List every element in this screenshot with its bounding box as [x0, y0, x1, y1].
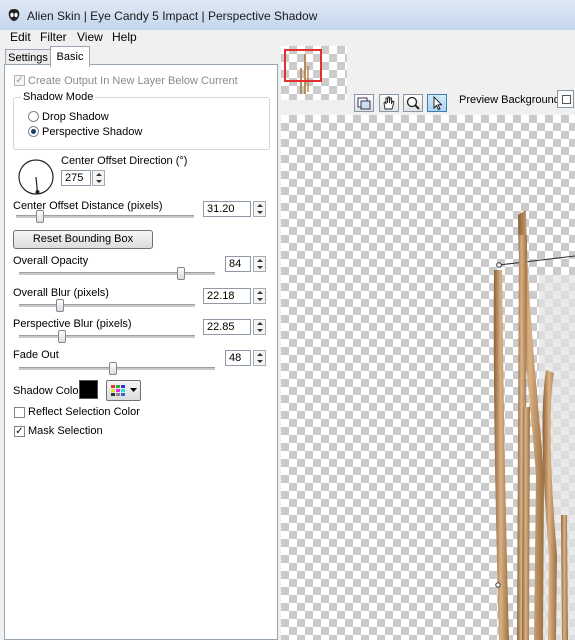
shadow-color-swatch[interactable] — [79, 380, 98, 399]
preview-canvas[interactable] — [281, 115, 575, 640]
create-output-label: Create Output In New Layer Below Current — [28, 75, 238, 87]
center-offset-distance-slider[interactable] — [36, 210, 45, 223]
menu-bar: Edit Filter View Help — [0, 30, 575, 46]
fade-out-slider[interactable] — [109, 362, 118, 375]
overall-blur-track — [19, 304, 195, 307]
perspective-blur-spinner[interactable] — [253, 319, 266, 335]
fade-out-field[interactable]: 48 — [225, 350, 251, 366]
perspective-shadow-label: Perspective Shadow — [42, 126, 143, 138]
reset-bounding-box-button[interactable]: Reset Bounding Box — [13, 230, 153, 249]
perspective-shadow-radio[interactable] — [28, 126, 39, 137]
center-offset-direction-spinner[interactable] — [92, 170, 105, 186]
drop-shadow-radio[interactable] — [28, 111, 39, 122]
reflect-selection-color-label: Reflect Selection Color — [28, 406, 140, 418]
overall-opacity-spinner[interactable] — [253, 256, 266, 272]
overall-blur-spinner[interactable] — [253, 288, 266, 304]
overall-opacity-label: Overall Opacity — [13, 255, 89, 267]
perspective-blur-slider[interactable] — [57, 330, 66, 343]
menu-help[interactable]: Help — [112, 30, 137, 44]
shadow-color-label: Shadow Color — [13, 385, 83, 397]
menu-filter[interactable]: Filter — [40, 30, 67, 44]
shadow-mode-group — [13, 97, 270, 150]
tab-basic[interactable]: Basic — [50, 46, 90, 67]
thumbnail-image — [284, 49, 322, 94]
window-title: Alien Skin | Eye Candy 5 Impact | Perspe… — [27, 9, 318, 23]
color-palette-dropdown[interactable] — [106, 380, 141, 401]
arrow-tool-button[interactable] — [427, 94, 447, 112]
background-swatch-icon — [562, 95, 571, 104]
fade-out-label: Fade Out — [13, 349, 59, 361]
reflect-selection-color-checkbox[interactable] — [14, 407, 25, 418]
fade-out-spinner[interactable] — [253, 350, 266, 366]
palette-grid-icon — [111, 385, 125, 396]
zoom-icon — [406, 96, 420, 110]
preview-toggle-button[interactable] — [354, 94, 374, 112]
overall-opacity-track — [19, 272, 215, 275]
center-offset-direction-label: Center Offset Direction (°) — [61, 155, 188, 167]
preview-background-label: Preview Background: — [459, 94, 563, 106]
perspective-blur-field[interactable]: 22.85 — [203, 319, 251, 335]
shadow-mode-title: Shadow Mode — [21, 91, 96, 103]
overall-blur-slider[interactable] — [55, 299, 64, 312]
preview-background-button[interactable] — [557, 90, 574, 108]
arrow-icon — [433, 95, 443, 111]
center-offset-distance-spinner[interactable] — [253, 201, 266, 217]
create-output-checkbox[interactable]: ✓ — [14, 75, 25, 86]
perspective-blur-track — [19, 335, 195, 338]
overall-opacity-field[interactable]: 84 — [225, 256, 251, 272]
preview-toggle-icon — [357, 97, 371, 110]
hand-tool-button[interactable] — [379, 94, 399, 112]
direction-dial[interactable] — [16, 157, 56, 197]
mask-selection-label: Mask Selection — [28, 425, 103, 437]
center-offset-distance-field[interactable]: 31.20 — [203, 201, 251, 217]
center-offset-direction-field[interactable]: 275 — [61, 170, 91, 186]
hand-icon — [383, 96, 395, 110]
menu-edit[interactable]: Edit — [10, 30, 31, 44]
alien-skin-logo-icon — [8, 9, 20, 21]
mask-selection-checkbox[interactable]: ✓ — [14, 426, 25, 437]
menu-view[interactable]: View — [77, 30, 103, 44]
preview-image — [493, 210, 575, 640]
zoom-tool-button[interactable] — [403, 94, 423, 112]
overall-blur-field[interactable]: 22.18 — [203, 288, 251, 304]
overall-blur-label: Overall Blur (pixels) — [13, 287, 109, 299]
perspective-blur-label: Perspective Blur (pixels) — [13, 318, 132, 330]
drop-shadow-label: Drop Shadow — [42, 111, 109, 123]
title-bar: Alien Skin | Eye Candy 5 Impact | Perspe… — [0, 0, 575, 31]
chevron-down-icon — [130, 388, 137, 392]
navigator-thumbnail[interactable] — [281, 46, 347, 100]
overall-opacity-slider[interactable] — [176, 267, 185, 280]
